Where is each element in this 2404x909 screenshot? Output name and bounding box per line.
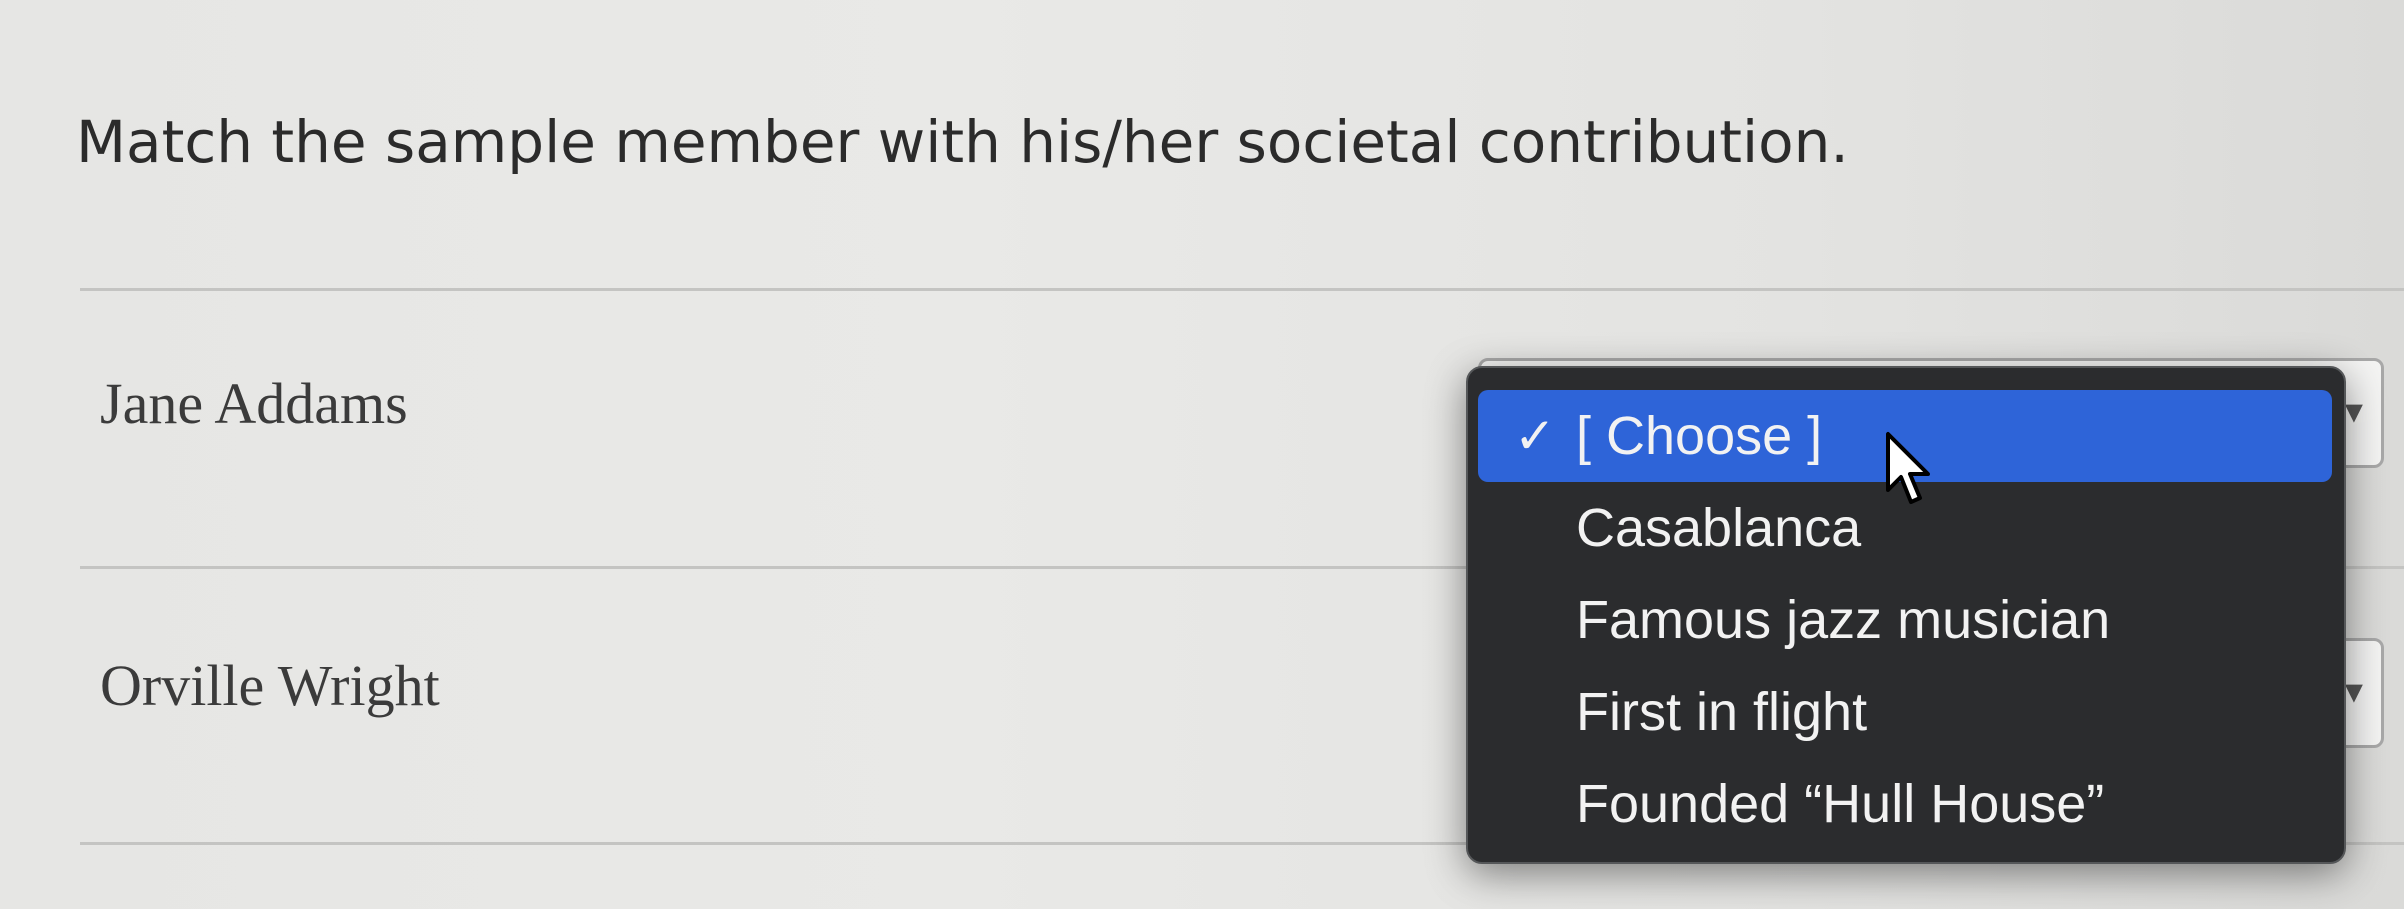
dropdown-option-famous-jazz-musician[interactable]: Famous jazz musician [1478,574,2332,666]
chevron-icon: ▾ [2344,671,2363,712]
row-label-orville-wright: Orville Wright [100,653,440,718]
dropdown-option-label: First in flight [1576,682,1868,742]
dropdown-option-label: Casablanca [1576,498,1862,558]
quiz-page: Match the sample member with his/her soc… [0,0,2404,909]
dropdown-option-label: Famous jazz musician [1576,590,2111,650]
mouse-pointer-icon [1886,432,1930,504]
question-prompt: Match the sample member with his/her soc… [76,108,1849,176]
dropdown-option-label: Founded “Hull House” [1576,774,2105,834]
row-label-jane-addams: Jane Addams [100,371,408,436]
chevron-icon: ▾ [2344,391,2363,432]
dropdown-option-label: [ Choose ] [1576,406,1823,466]
dropdown-option-first-in-flight[interactable]: First in flight [1478,666,2332,758]
dropdown-option-founded-hull-house[interactable]: Founded “Hull House” [1478,758,2332,850]
checkmark-icon: ✓ [1514,408,1556,464]
